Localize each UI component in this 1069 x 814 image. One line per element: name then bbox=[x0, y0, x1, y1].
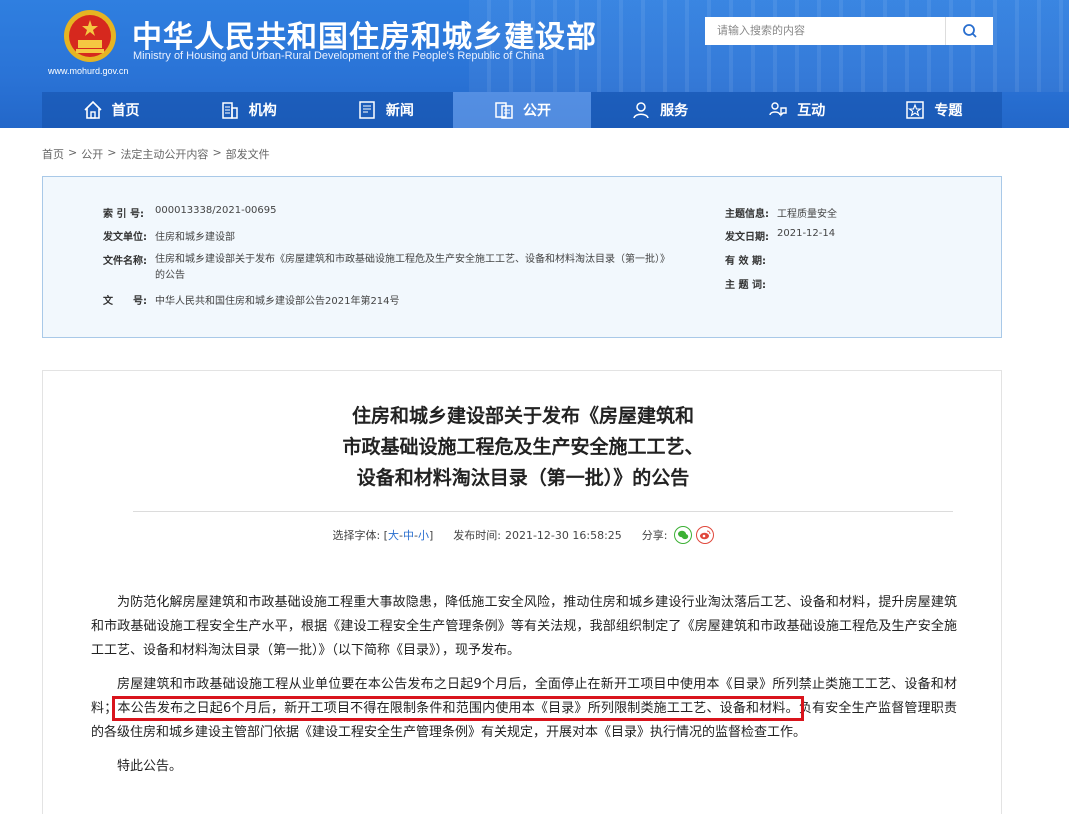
site-subtitle: Ministry of Housing and Urban-Rural Deve… bbox=[133, 50, 545, 62]
meta-docno-label: 文 号: bbox=[103, 296, 147, 307]
weibo-icon bbox=[699, 530, 711, 540]
nav-label: 服务 bbox=[660, 103, 689, 119]
wechat-icon bbox=[677, 530, 688, 540]
news-icon bbox=[359, 101, 375, 119]
nav-label: 首页 bbox=[111, 103, 140, 119]
meta-issuer-row: 发文单位: 住房和城乡建设部 bbox=[103, 228, 235, 243]
site-header: 中华人民共和国住房和城乡建设部 Ministry of Housing and … bbox=[0, 0, 1069, 128]
meta-docno-row: 文 号: 中华人民共和国住房和城乡建设部公告2021年第214号 bbox=[103, 292, 400, 307]
meta-date-value: 2021-12-14 bbox=[777, 228, 836, 239]
nav-item-org[interactable]: 机构 bbox=[179, 92, 317, 128]
article-paragraph-3: 特此公告。 bbox=[117, 759, 183, 774]
breadcrumb-separator: > bbox=[212, 146, 222, 159]
meta-issuer-value: 住房和城乡建设部 bbox=[155, 232, 235, 243]
service-icon bbox=[633, 102, 649, 119]
meta-name-label: 文件名称: bbox=[103, 256, 147, 267]
nav-item-home[interactable]: 首页 bbox=[42, 92, 180, 128]
meta-topic-label: 主题信息: bbox=[725, 209, 769, 220]
meta-keyword-label: 主 题 词: bbox=[725, 280, 766, 291]
meta-date-label: 发文日期: bbox=[725, 232, 769, 243]
meta-name-line2: 的公告 bbox=[155, 270, 185, 281]
meta-docno-value: 中华人民共和国住房和城乡建设部公告2021年第214号 bbox=[155, 296, 400, 307]
star-icon bbox=[906, 101, 925, 119]
meta-valid-row: 有 效 期: bbox=[725, 252, 777, 267]
meta-issuer-label: 发文单位: bbox=[103, 232, 147, 243]
meta-index-row: 索 引 号: 000013338/2021-00695 bbox=[103, 205, 277, 220]
home-icon bbox=[83, 100, 102, 119]
building-icon bbox=[221, 102, 238, 119]
breadcrumb: 首页 > 公开 > 法定主动公开内容 > 部发文件 bbox=[42, 146, 270, 162]
font-small-link[interactable]: 小 bbox=[418, 527, 429, 543]
meta-name-line1: 住房和城乡建设部关于发布《房屋建筑和市政基础设施工程危及生产安全施工工艺、设备和… bbox=[155, 254, 670, 265]
search-button[interactable] bbox=[945, 17, 993, 45]
nav-label: 公开 bbox=[522, 103, 551, 119]
national-emblem-icon bbox=[64, 10, 116, 62]
article-title: 住房和城乡建设部关于发布《房屋建筑和 市政基础设施工程危及生产安全施工工艺、 设… bbox=[43, 401, 1003, 494]
font-size-label: 选择字体: bbox=[332, 529, 381, 542]
search-icon bbox=[962, 24, 977, 38]
nav-item-news[interactable]: 新闻 bbox=[316, 92, 454, 128]
site-url: www.mohurd.gov.cn bbox=[48, 66, 129, 76]
meta-index-value: 000013338/2021-00695 bbox=[155, 205, 277, 216]
share-label: 分享: bbox=[641, 529, 668, 542]
nav-label: 机构 bbox=[248, 103, 277, 119]
weibo-share-button[interactable] bbox=[695, 526, 714, 544]
meta-topic-row: 主题信息: 工程质量安全 bbox=[725, 205, 837, 220]
meta-valid-label: 有 效 期: bbox=[725, 256, 766, 267]
article-container: 住房和城乡建设部关于发布《房屋建筑和 市政基础设施工程危及生产安全施工工艺、 设… bbox=[42, 370, 1002, 814]
breadcrumb-ministry-docs[interactable]: 部发文件 bbox=[226, 146, 270, 162]
nav-label: 专题 bbox=[934, 103, 963, 119]
breadcrumb-home[interactable]: 首页 bbox=[42, 146, 64, 162]
publish-time-value: 2021-12-30 16:58:25 bbox=[504, 528, 622, 542]
nav-item-service[interactable]: 服务 bbox=[590, 92, 728, 128]
article-paragraph-1: 为防范化解房屋建筑和市政基础设施工程重大事故隐患，降低施工安全风险，推动住房和城… bbox=[91, 595, 957, 658]
highlighted-sentence: 本公告发布之日起6个月后，新开工项目不得在限制条件和范围内使用本《目录》所列限制… bbox=[112, 696, 804, 721]
nav-item-public[interactable]: 公开 bbox=[453, 92, 591, 128]
breadcrumb-separator: > bbox=[107, 146, 117, 159]
font-bracket-close: ] bbox=[428, 528, 434, 542]
meta-index-label: 索 引 号: bbox=[103, 209, 144, 220]
search-input[interactable] bbox=[705, 17, 945, 45]
nav-label: 互动 bbox=[797, 103, 826, 119]
article-title-line1: 住房和城乡建设部关于发布《房屋建筑和 bbox=[351, 405, 694, 427]
article-tools: 选择字体: [ 大 - 中 - 小 ] 发布时间: 2021-12-30 16:… bbox=[43, 526, 1003, 544]
nav-item-interact[interactable]: 互动 bbox=[727, 92, 865, 128]
article-title-line2: 市政基础设施工程危及生产安全施工工艺、 bbox=[342, 436, 704, 458]
meta-topic-value: 工程质量安全 bbox=[777, 209, 837, 220]
publish-time-label: 发布时间: bbox=[453, 529, 501, 542]
nav-label: 新闻 bbox=[385, 103, 414, 119]
article-title-line3: 设备和材料淘汰目录（第一批）》的公告 bbox=[356, 467, 690, 489]
meta-keyword-row: 主 题 词: bbox=[725, 276, 777, 291]
document-icon bbox=[495, 102, 513, 119]
meta-date-row: 发文日期: 2021-12-14 bbox=[725, 228, 835, 243]
meta-name-row: 文件名称: 住房和城乡建设部关于发布《房屋建筑和市政基础设施工程危及生产安全施工… bbox=[103, 252, 670, 284]
interact-icon bbox=[769, 102, 787, 117]
breadcrumb-statutory[interactable]: 法定主动公开内容 bbox=[120, 146, 208, 162]
font-large-link[interactable]: 大 bbox=[388, 527, 399, 543]
font-bracket-open: [ bbox=[380, 528, 388, 542]
font-medium-link[interactable]: 中 bbox=[403, 527, 414, 543]
article-paragraph-2: 房屋建筑和市政基础设施工程从业单位要在本公告发布之日起9个月后，全面停止在新开工… bbox=[91, 673, 957, 745]
breadcrumb-separator: > bbox=[68, 146, 78, 159]
article-divider bbox=[133, 511, 953, 512]
main-nav: 首页 机构 新闻 公开 服务 互动 专题 bbox=[42, 92, 1002, 128]
article-body: 为防范化解房屋建筑和市政基础设施工程重大事故隐患，降低施工安全风险，推动住房和城… bbox=[91, 591, 957, 789]
breadcrumb-public[interactable]: 公开 bbox=[81, 146, 103, 162]
wechat-share-button[interactable] bbox=[673, 526, 692, 544]
nav-item-topics[interactable]: 专题 bbox=[864, 92, 1002, 128]
document-meta-box: 索 引 号: 000013338/2021-00695 发文单位: 住房和城乡建… bbox=[42, 176, 1002, 338]
meta-name-value: 住房和城乡建设部关于发布《房屋建筑和市政基础设施工程危及生产安全施工工艺、设备和… bbox=[155, 252, 670, 284]
